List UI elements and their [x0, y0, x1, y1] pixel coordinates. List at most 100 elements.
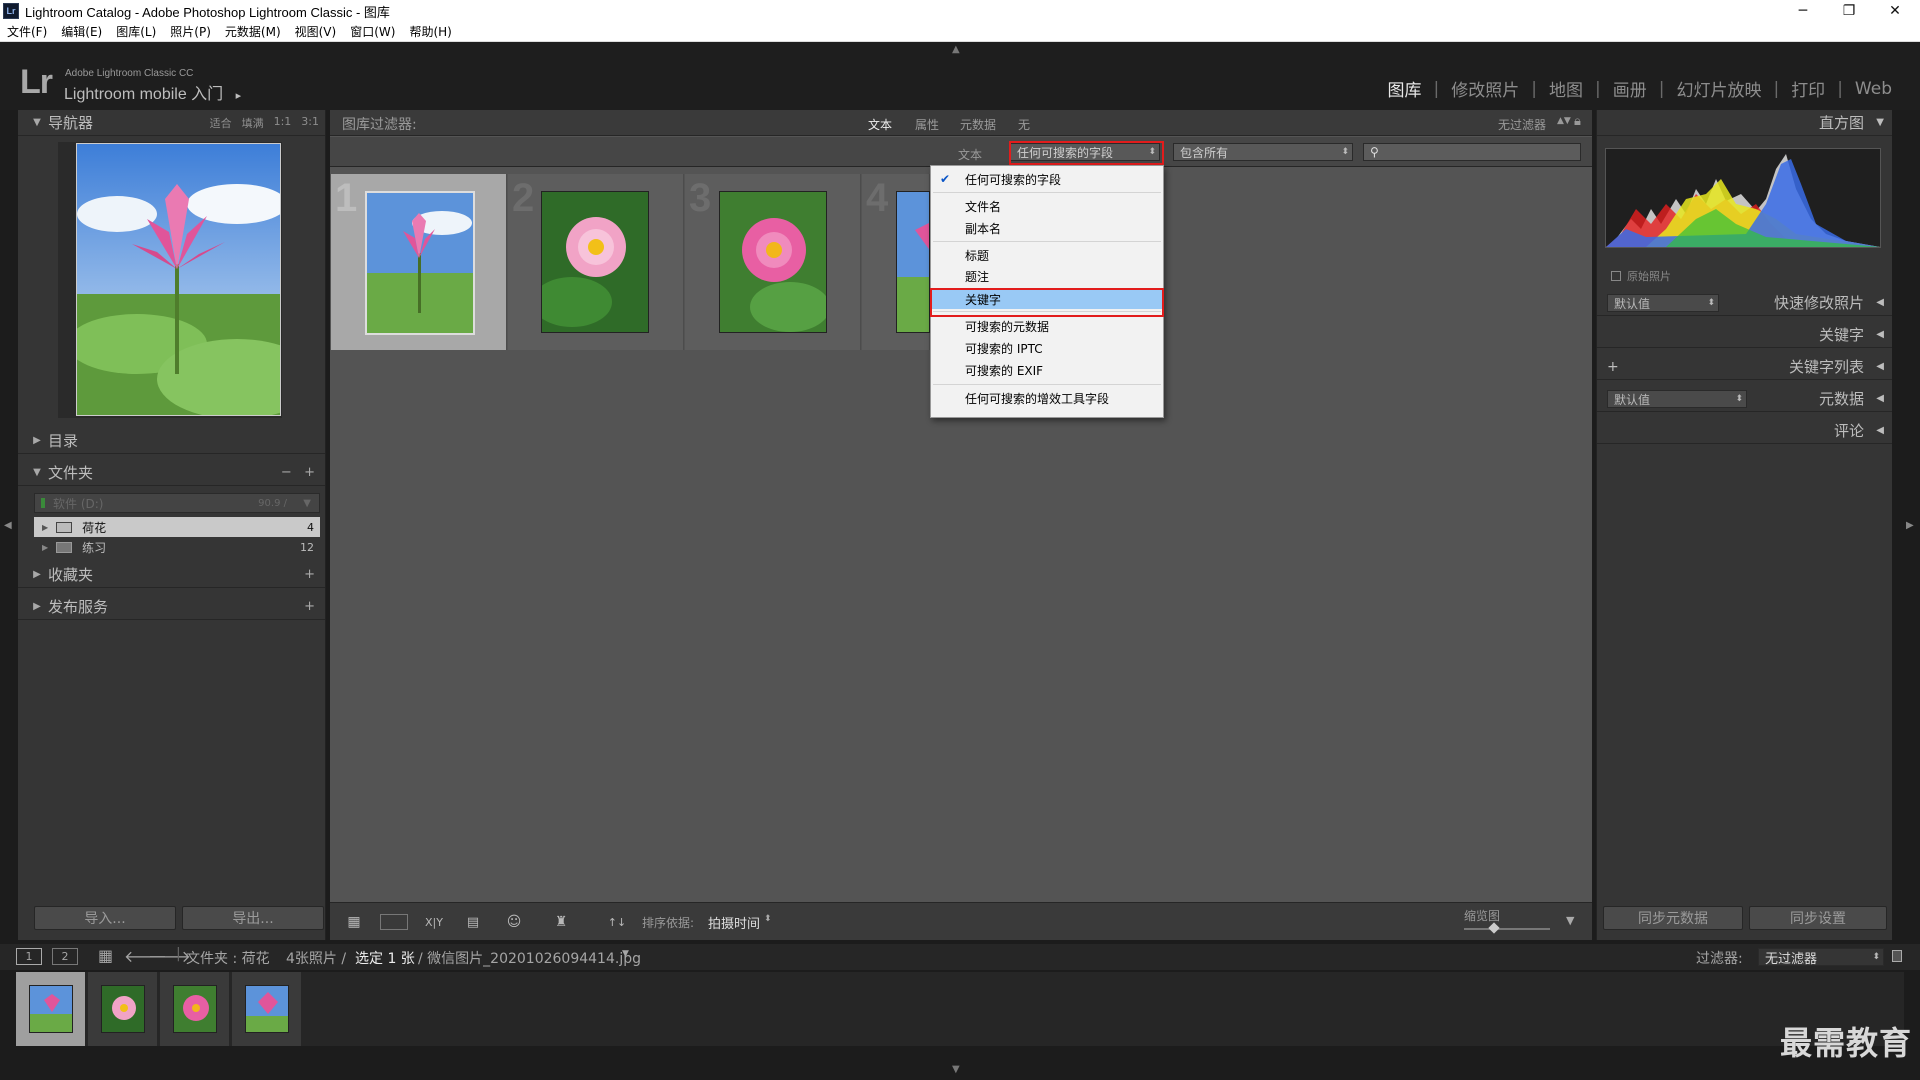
menu-photo[interactable]: 照片(P)	[163, 23, 218, 40]
left-panel-toggle-icon[interactable]: ◀	[4, 520, 12, 531]
menu-file[interactable]: 文件(F)	[0, 23, 54, 40]
menu-window[interactable]: 窗口(W)	[343, 23, 402, 40]
dropdown-item-searchable-iptc[interactable]: 可搜索的 IPTC	[931, 338, 1163, 358]
keywording-header[interactable]: 关键字 ◀	[1597, 322, 1892, 348]
module-slideshow[interactable]: 幻灯片放映	[1664, 76, 1773, 101]
grid-cell[interactable]: 2	[508, 174, 684, 350]
metadata-preset-select[interactable]: 默认值 ⬍	[1607, 390, 1747, 408]
filter-lock-icon[interactable]	[1892, 950, 1902, 962]
metadata-header[interactable]: 默认值 ⬍ 元数据 ◀	[1597, 386, 1892, 412]
dropdown-item-caption[interactable]: 题注	[931, 266, 1163, 286]
dropdown-item-title[interactable]: 标题	[931, 245, 1163, 265]
dropdown-item-plugin-fields[interactable]: 任何可搜索的增效工具字段	[931, 388, 1163, 408]
module-develop[interactable]: 修改照片	[1439, 76, 1531, 101]
slider-handle[interactable]	[1488, 922, 1500, 934]
folder-row-practice[interactable]: ▶ 练习 12	[34, 537, 320, 557]
sync-metadata-button[interactable]: 同步元数据	[1603, 906, 1743, 930]
sync-settings-button[interactable]: 同步设置	[1749, 906, 1887, 930]
add-publish-icon[interactable]: +	[304, 599, 315, 614]
dropdown-item-searchable-metadata[interactable]: 可搜索的元数据	[931, 316, 1163, 336]
menu-edit[interactable]: 编辑(E)	[54, 23, 109, 40]
add-keyword-icon[interactable]: +	[1607, 359, 1619, 375]
navigator-header[interactable]: ▼ 导航器 适合 填满 1:1 3:1	[18, 110, 325, 136]
thumbnail-size-slider[interactable]	[1464, 928, 1550, 930]
expand-triangle-icon[interactable]: ▶	[42, 543, 48, 552]
loupe-view-icon[interactable]	[380, 914, 408, 930]
filter-tab-none[interactable]: 无	[1018, 116, 1030, 133]
module-map[interactable]: 地图	[1537, 76, 1595, 101]
module-web[interactable]: Web	[1843, 79, 1904, 99]
volume-row[interactable]: 软件 (D:) 90.9 / ▼	[34, 493, 320, 513]
catalog-header[interactable]: ▶ 目录	[18, 428, 325, 454]
publish-header[interactable]: ▶ 发布服务 +	[18, 594, 325, 620]
screen-1-button[interactable]: 1	[16, 948, 42, 965]
menu-metadata[interactable]: 元数据(M)	[218, 23, 288, 40]
filter-tab-metadata[interactable]: 元数据	[960, 116, 996, 133]
menu-library[interactable]: 图库(L)	[109, 23, 163, 40]
maximize-icon[interactable]: ❐	[1826, 0, 1872, 22]
folder-row-lotus[interactable]: ▶ 荷花 4	[34, 517, 320, 537]
grid-cell[interactable]: 4	[862, 174, 930, 350]
filmstrip-cell[interactable]	[232, 972, 302, 1046]
lock-icon[interactable]: 🔒︎	[1574, 114, 1581, 129]
filter-tab-attribute[interactable]: 属性	[915, 116, 939, 133]
comments-header[interactable]: 评论 ◀	[1597, 418, 1892, 444]
volume-dropdown-icon[interactable]: ▼	[303, 498, 311, 509]
rule-select[interactable]: 包含所有 ⬍	[1173, 143, 1353, 161]
compare-view-icon[interactable]: X|Y	[418, 913, 450, 931]
close-icon[interactable]: ✕	[1872, 0, 1918, 22]
dropdown-item-searchable-exif[interactable]: 可搜索的 EXIF	[931, 360, 1163, 380]
keyword-list-header[interactable]: + 关键字列表 ◀	[1597, 354, 1892, 380]
sort-direction-icon[interactable]: ↑↓	[602, 913, 632, 931]
grid-view-icon[interactable]: ▦	[98, 946, 113, 965]
dropdown-item-copy-name[interactable]: 副本名	[931, 218, 1163, 238]
dropdown-item-filename[interactable]: 文件名	[931, 196, 1163, 216]
sort-dropdown-icon[interactable]: ⬍	[764, 914, 772, 924]
filmstrip-cell[interactable]	[16, 972, 86, 1046]
import-button[interactable]: 导入...	[34, 906, 176, 930]
preset-dropdown-icon[interactable]: ▲▼	[1557, 116, 1571, 126]
filmstrip-cell[interactable]	[160, 972, 230, 1046]
menu-view[interactable]: 视图(V)	[288, 23, 344, 40]
export-button[interactable]: 导出...	[182, 906, 324, 930]
filmstrip-filter-select[interactable]: 无过滤器 ⬍	[1758, 948, 1884, 967]
quick-develop-header[interactable]: 默认值 ⬍ 快速修改照片 ◀	[1597, 290, 1892, 316]
screen-2-button[interactable]: 2	[52, 948, 78, 965]
folders-header[interactable]: ▼ 文件夹 − +	[18, 460, 325, 486]
histogram-header[interactable]: 直方图 ▼	[1597, 110, 1892, 136]
filter-tab-text[interactable]: 文本	[868, 116, 892, 133]
original-photo-toggle[interactable]: 原始照片	[1611, 268, 1671, 284]
zoom-3-1[interactable]: 3:1	[301, 115, 319, 131]
menu-help[interactable]: 帮助(H)	[402, 23, 458, 40]
grid-cell[interactable]: 1	[331, 174, 507, 350]
people-view-icon[interactable]: ☺	[500, 913, 528, 931]
dropdown-item-any-field[interactable]: ✔ 任何可搜索的字段	[931, 169, 1163, 189]
zoom-fit[interactable]: 适合	[210, 115, 232, 131]
collections-header[interactable]: ▶ 收藏夹 +	[18, 562, 325, 588]
minimize-icon[interactable]: ─	[1780, 0, 1826, 22]
module-library[interactable]: 图库	[1376, 76, 1434, 101]
search-input[interactable]: ⚲	[1363, 143, 1581, 161]
zoom-1-1[interactable]: 1:1	[274, 115, 292, 131]
filename-dropdown-icon[interactable]: ▼	[622, 949, 629, 959]
expand-triangle-icon[interactable]: ▶	[42, 523, 48, 532]
forward-arrow-icon[interactable]: 🡒	[148, 946, 191, 966]
checkbox-icon[interactable]	[1611, 271, 1621, 281]
mobile-link[interactable]: Lightroom mobile 入门 ▸	[64, 80, 241, 104]
top-panel-toggle-icon[interactable]: ▲	[952, 44, 960, 55]
quick-develop-preset-select[interactable]: 默认值 ⬍	[1607, 294, 1719, 312]
bottom-panel-toggle-icon[interactable]: ▼	[952, 1064, 960, 1075]
zoom-fill[interactable]: 填满	[242, 115, 264, 131]
folder-add-remove-icons[interactable]: − +	[281, 465, 315, 480]
survey-view-icon[interactable]: ▤	[458, 913, 488, 931]
painter-icon[interactable]: ♜	[552, 913, 570, 931]
grid-cell[interactable]: 3	[685, 174, 861, 350]
navigator-photo[interactable]	[76, 143, 281, 416]
filmstrip-cell[interactable]	[88, 972, 158, 1046]
add-collection-icon[interactable]: +	[304, 567, 315, 582]
right-panel-toggle-icon[interactable]: ▶	[1906, 520, 1914, 531]
module-print[interactable]: 打印	[1779, 76, 1837, 101]
sort-value[interactable]: 拍摄时间	[708, 913, 760, 932]
toolbar-content-dropdown-icon[interactable]: ▼	[1566, 914, 1574, 927]
grid-view-icon[interactable]: ▦	[340, 913, 368, 931]
